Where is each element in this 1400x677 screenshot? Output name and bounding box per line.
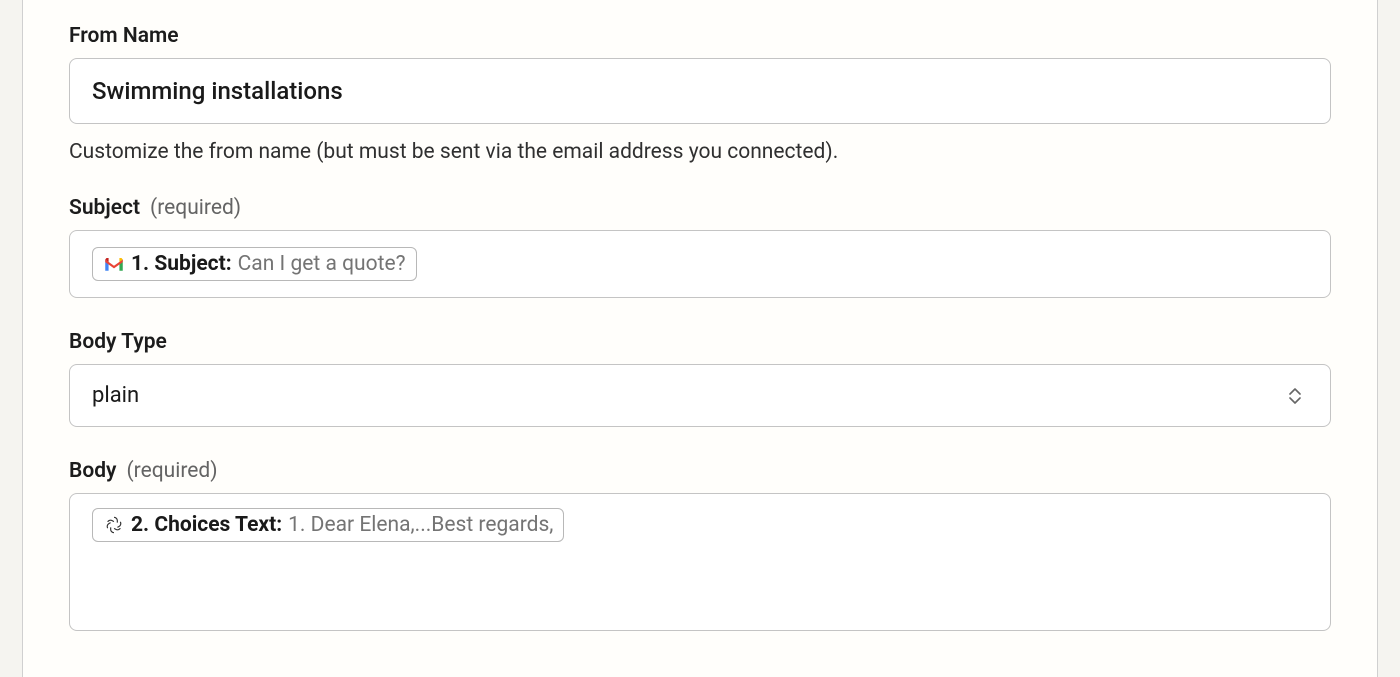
field-from-name: From Name Customize the from name (but m… [69,24,1331,164]
subject-label: Subject [69,196,140,220]
body-chip-label: 2. Choices Text: [131,513,282,537]
body-type-label: Body Type [69,330,167,354]
subject-token-chip[interactable]: 1. Subject: Can I get a quote? [92,247,417,281]
subject-chip-label: 1. Subject: [131,252,232,276]
field-body: Body (required) [69,459,1331,631]
from-name-label: From Name [69,24,179,48]
body-label: Body [69,459,116,483]
body-required-hint: (required) [126,459,217,483]
field-body-type: Body Type plain [69,330,1331,427]
subject-chip-value: Can I get a quote? [238,252,406,276]
form-panel: From Name Customize the from name (but m… [22,0,1378,677]
gmail-icon [103,253,125,275]
field-label-row: From Name [69,24,1331,48]
field-label-row: Body Type [69,330,1331,354]
form-container: From Name Customize the from name (but m… [23,0,1377,631]
openai-icon [103,514,125,536]
body-token-chip[interactable]: 2. Choices Text: 1. Dear Elena,...Best r… [92,508,564,542]
body-type-select[interactable]: plain [69,364,1331,427]
field-subject: Subject (required) [69,196,1331,298]
subject-input[interactable]: 1. Subject: Can I get a quote? [69,230,1331,298]
body-chip-value: 1. Dear Elena,...Best regards, [288,513,553,537]
field-label-row: Body (required) [69,459,1331,483]
field-label-row: Subject (required) [69,196,1331,220]
body-type-value: plain [92,383,139,408]
subject-required-hint: (required) [150,196,241,220]
from-name-help: Customize the from name (but must be sen… [69,140,1331,164]
from-name-input[interactable] [69,58,1331,124]
body-input[interactable]: 2. Choices Text: 1. Dear Elena,...Best r… [69,493,1331,631]
body-type-select-wrap: plain [69,364,1331,427]
